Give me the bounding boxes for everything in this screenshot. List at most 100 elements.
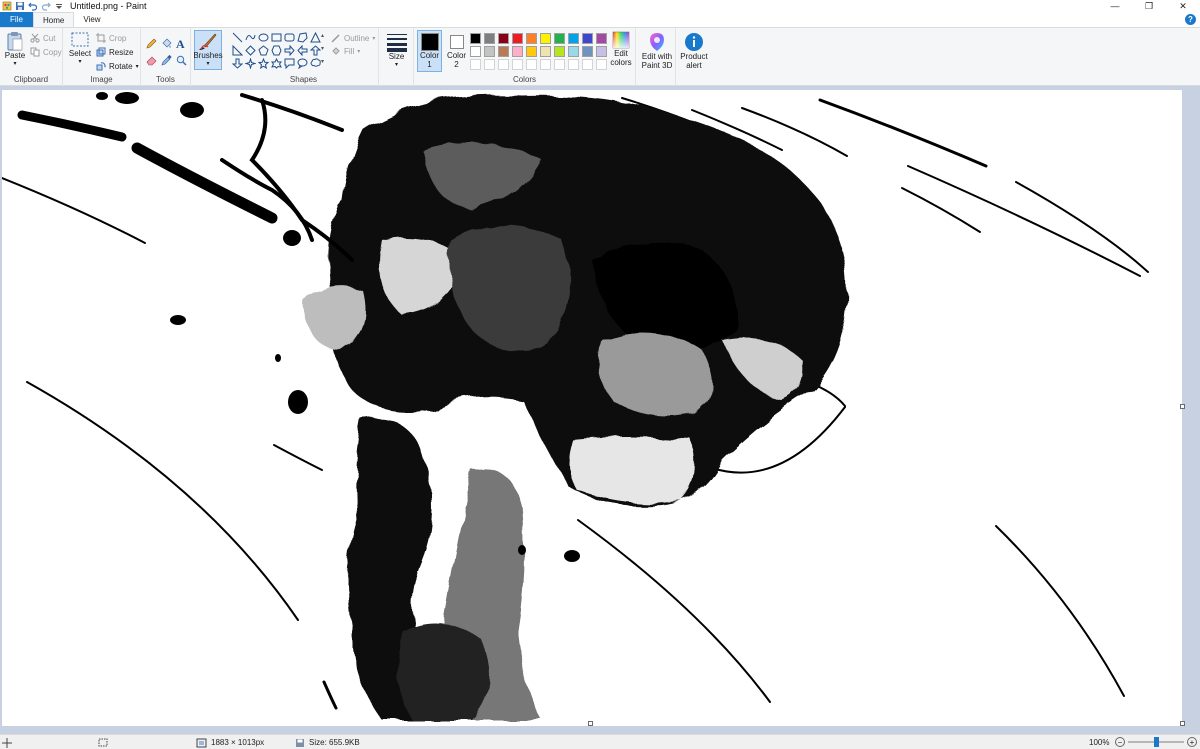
left-arrow-shape-icon[interactable] xyxy=(296,44,309,57)
zoom-slider-thumb[interactable] xyxy=(1153,737,1159,747)
pentagon-shape-icon[interactable] xyxy=(257,44,270,57)
color-swatch[interactable] xyxy=(498,33,509,44)
restore-button[interactable]: ❐ xyxy=(1132,0,1166,12)
cut-button[interactable]: Cut xyxy=(30,32,55,44)
right-triangle-shape-icon[interactable] xyxy=(231,44,244,57)
drawing-canvas[interactable] xyxy=(2,90,1182,726)
outline-button[interactable]: Outline ▾ xyxy=(331,32,375,44)
image-dimensions-text: 1883 × 1013px xyxy=(211,738,265,747)
paste-button[interactable]: Paste ▾ xyxy=(3,31,27,69)
file-size-item: Size: 655.9KB xyxy=(295,735,360,749)
color-swatch[interactable] xyxy=(554,33,565,44)
color-swatch[interactable] xyxy=(512,46,523,57)
color-swatch[interactable] xyxy=(554,46,565,57)
help-icon[interactable]: ? xyxy=(1185,14,1196,25)
color-swatch[interactable] xyxy=(526,46,537,57)
scroll-up-icon[interactable]: ▴ xyxy=(321,32,324,39)
customize-qat-icon[interactable] xyxy=(54,1,64,11)
scroll-down-icon[interactable]: ▾ xyxy=(321,45,324,52)
color-swatch[interactable] xyxy=(596,46,607,57)
rotate-button[interactable]: Rotate ▾ xyxy=(96,60,139,72)
close-button[interactable]: ✕ xyxy=(1166,0,1200,12)
tab-file[interactable]: File xyxy=(0,12,33,27)
custom-color-slot[interactable] xyxy=(540,59,551,70)
rectangle-shape-icon[interactable] xyxy=(270,31,283,44)
rounded-rectangle-shape-icon[interactable] xyxy=(283,31,296,44)
line-shape-icon[interactable] xyxy=(231,31,244,44)
skull-ink-artwork xyxy=(2,92,1149,720)
zoom-in-icon[interactable]: + xyxy=(1187,737,1197,747)
resize-handle-right[interactable] xyxy=(1180,404,1185,409)
custom-color-slot[interactable] xyxy=(582,59,593,70)
custom-color-slot[interactable] xyxy=(512,59,523,70)
copy-button[interactable]: Copy xyxy=(30,46,62,58)
color-swatch[interactable] xyxy=(498,46,509,57)
color-swatch[interactable] xyxy=(526,33,537,44)
color-swatch[interactable] xyxy=(512,33,523,44)
custom-color-slot[interactable] xyxy=(554,59,565,70)
color1-button[interactable]: Color 1 xyxy=(417,30,442,72)
expand-gallery-icon[interactable]: ▾ xyxy=(321,58,324,65)
color-swatch[interactable] xyxy=(470,33,481,44)
custom-color-slot[interactable] xyxy=(568,59,579,70)
custom-color-slot[interactable] xyxy=(526,59,537,70)
resize-button[interactable]: Resize xyxy=(96,46,133,58)
diamond-shape-icon[interactable] xyxy=(244,44,257,57)
custom-color-slot[interactable] xyxy=(596,59,607,70)
clipboard-group-label: Clipboard xyxy=(13,75,49,84)
tab-view[interactable]: View xyxy=(74,12,109,27)
five-point-star-shape-icon[interactable] xyxy=(257,57,270,70)
down-arrow-shape-icon[interactable] xyxy=(231,57,244,70)
brushes-label: Brushes xyxy=(193,51,223,60)
zoom-out-icon[interactable]: − xyxy=(1115,737,1125,747)
custom-color-slot[interactable] xyxy=(484,59,495,70)
pencil-icon[interactable] xyxy=(146,38,157,49)
brushes-button[interactable]: Brushes ▾ xyxy=(193,30,223,70)
color-swatch[interactable] xyxy=(470,46,481,57)
polygon-shape-icon[interactable] xyxy=(296,31,309,44)
redo-icon[interactable] xyxy=(41,1,51,11)
custom-color-slot[interactable] xyxy=(470,59,481,70)
color-swatch[interactable] xyxy=(582,46,593,57)
color-picker-icon[interactable] xyxy=(161,55,172,66)
callout-shape-icon[interactable] xyxy=(283,57,296,70)
fill-button[interactable]: Fill ▾ xyxy=(331,45,360,57)
hexagon-shape-icon[interactable] xyxy=(270,44,283,57)
size-button[interactable]: Size ▾ xyxy=(384,32,409,70)
six-point-star-shape-icon[interactable] xyxy=(270,57,283,70)
color-swatch[interactable] xyxy=(568,46,579,57)
curve-shape-icon[interactable] xyxy=(244,31,257,44)
product-alert-button[interactable]: Product alert xyxy=(678,32,710,70)
minimize-button[interactable]: — xyxy=(1098,0,1132,12)
save-icon[interactable] xyxy=(15,1,25,11)
edit-colors-button[interactable]: Edit colors xyxy=(608,31,634,67)
resize-handle-bottom[interactable] xyxy=(588,721,593,726)
copy-label: Copy xyxy=(43,47,62,57)
zoom-slider[interactable] xyxy=(1128,737,1184,747)
four-point-star-shape-icon[interactable] xyxy=(244,57,257,70)
tab-home[interactable]: Home xyxy=(33,12,75,27)
color-swatch[interactable] xyxy=(568,33,579,44)
color-swatch[interactable] xyxy=(484,46,495,57)
color-swatch[interactable] xyxy=(596,33,607,44)
select-button[interactable]: Select ▾ xyxy=(67,31,93,67)
custom-color-slot[interactable] xyxy=(498,59,509,70)
crop-button[interactable]: Crop xyxy=(96,32,126,44)
color-swatch[interactable] xyxy=(540,46,551,57)
edit-with-paint3d-button[interactable]: Edit with Paint 3D xyxy=(638,32,676,70)
color2-button[interactable]: Color 2 xyxy=(444,30,469,72)
resize-handle-corner[interactable] xyxy=(1180,721,1185,726)
fill-bucket-icon[interactable] xyxy=(161,38,172,49)
text-tool-icon[interactable]: A xyxy=(176,37,185,52)
quick-access-toolbar xyxy=(0,0,64,12)
right-arrow-shape-icon[interactable] xyxy=(283,44,296,57)
color-swatch[interactable] xyxy=(582,33,593,44)
magnifier-icon[interactable] xyxy=(176,55,187,66)
color-swatch[interactable] xyxy=(540,33,551,44)
oval-callout-shape-icon[interactable] xyxy=(296,57,309,70)
undo-icon[interactable] xyxy=(28,1,38,11)
canvas-workspace[interactable] xyxy=(0,86,1200,734)
oval-shape-icon[interactable] xyxy=(257,31,270,44)
eraser-icon[interactable] xyxy=(146,55,157,66)
color-swatch[interactable] xyxy=(484,33,495,44)
